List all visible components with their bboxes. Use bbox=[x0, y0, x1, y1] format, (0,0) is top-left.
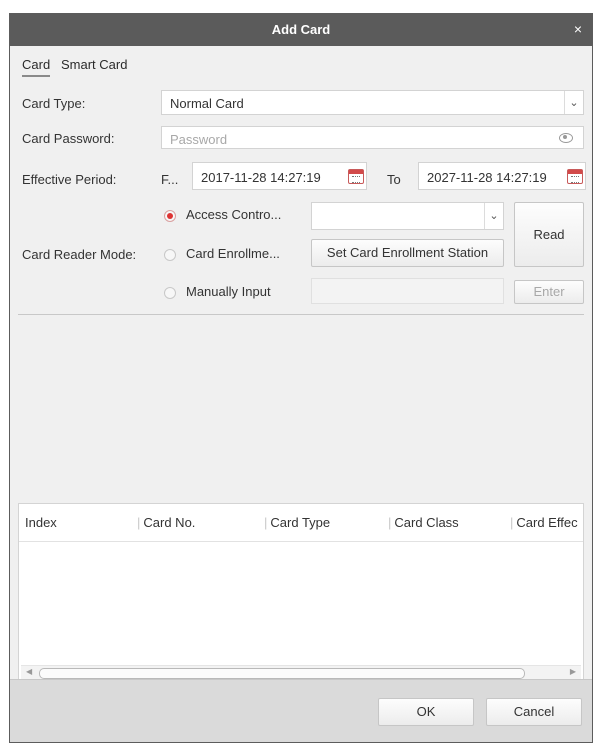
access-controller-select[interactable]: ⌄ bbox=[311, 202, 504, 230]
card-type-value: Normal Card bbox=[170, 96, 244, 111]
chevron-down-icon[interactable]: ⌄ bbox=[564, 91, 583, 114]
read-button[interactable]: Read bbox=[514, 202, 584, 267]
to-datetime-value: 2027-11-28 14:27:19 bbox=[427, 170, 547, 185]
card-password-placeholder: Password bbox=[170, 132, 228, 147]
scroll-right-icon[interactable]: ▶ bbox=[570, 667, 576, 676]
from-datetime-field[interactable]: 2017-11-28 14:27:19 bbox=[192, 162, 367, 190]
eye-icon[interactable] bbox=[559, 133, 573, 143]
cancel-button[interactable]: Cancel bbox=[486, 698, 582, 726]
divider bbox=[18, 314, 584, 315]
radio-access-controller[interactable] bbox=[164, 210, 176, 222]
access-controller-label: Access Contro... bbox=[186, 207, 282, 222]
ok-button[interactable]: OK bbox=[378, 698, 474, 726]
manual-input-field[interactable] bbox=[311, 278, 504, 304]
column-card-effective[interactable]: | Card Effec bbox=[510, 515, 578, 530]
card-password-label: Card Password: bbox=[22, 131, 115, 146]
calendar-icon[interactable] bbox=[348, 169, 364, 184]
chevron-down-icon[interactable]: ⌄ bbox=[484, 203, 503, 229]
title-bar: Add Card × bbox=[10, 14, 592, 46]
column-card-no[interactable]: | Card No. bbox=[137, 515, 195, 530]
to-label: To bbox=[387, 172, 401, 187]
column-index[interactable]: Index bbox=[25, 515, 57, 530]
set-card-enrollment-station-button[interactable]: Set Card Enrollment Station bbox=[311, 239, 504, 267]
radio-manually-input[interactable] bbox=[164, 287, 176, 299]
effective-period-label: Effective Period: bbox=[22, 172, 117, 187]
card-reader-mode-label: Card Reader Mode: bbox=[22, 247, 137, 262]
column-card-class[interactable]: | Card Class bbox=[388, 515, 459, 530]
from-datetime-value: 2017-11-28 14:27:19 bbox=[201, 170, 321, 185]
horizontal-scrollbar[interactable]: ◀ ▶ bbox=[21, 665, 581, 680]
card-type-select[interactable]: Normal Card ⌄ bbox=[161, 90, 584, 115]
table-header: Index | Card No. | Card Type | Card Class |… bbox=[19, 504, 583, 542]
card-type-label: Card Type: bbox=[22, 96, 86, 111]
enter-button[interactable]: Enter bbox=[514, 280, 584, 304]
scrollbar-thumb[interactable] bbox=[39, 668, 525, 679]
add-card-dialog: Add Card × Card Smart Card Card Type: No… bbox=[9, 13, 593, 743]
from-label: F... bbox=[161, 172, 179, 187]
dialog-title: Add Card bbox=[271, 22, 331, 37]
tab-smart-card[interactable]: Smart Card bbox=[61, 57, 127, 72]
close-icon[interactable]: × bbox=[574, 21, 582, 37]
card-password-input[interactable]: Password bbox=[161, 126, 584, 149]
tab-card[interactable]: Card bbox=[22, 57, 51, 77]
card-table: Index | Card No. | Card Type | Card Class |… bbox=[18, 503, 584, 683]
radio-card-enrollment[interactable] bbox=[164, 249, 176, 261]
scroll-left-icon[interactable]: ◀ bbox=[26, 667, 32, 676]
dialog-footer: OK Cancel bbox=[10, 679, 592, 742]
column-card-type[interactable]: | Card Type bbox=[264, 515, 330, 530]
card-enrollment-label: Card Enrollme... bbox=[186, 246, 280, 261]
to-datetime-field[interactable]: 2027-11-28 14:27:19 bbox=[418, 162, 586, 190]
calendar-icon[interactable] bbox=[567, 169, 583, 184]
manually-input-label: Manually Input bbox=[186, 284, 271, 299]
